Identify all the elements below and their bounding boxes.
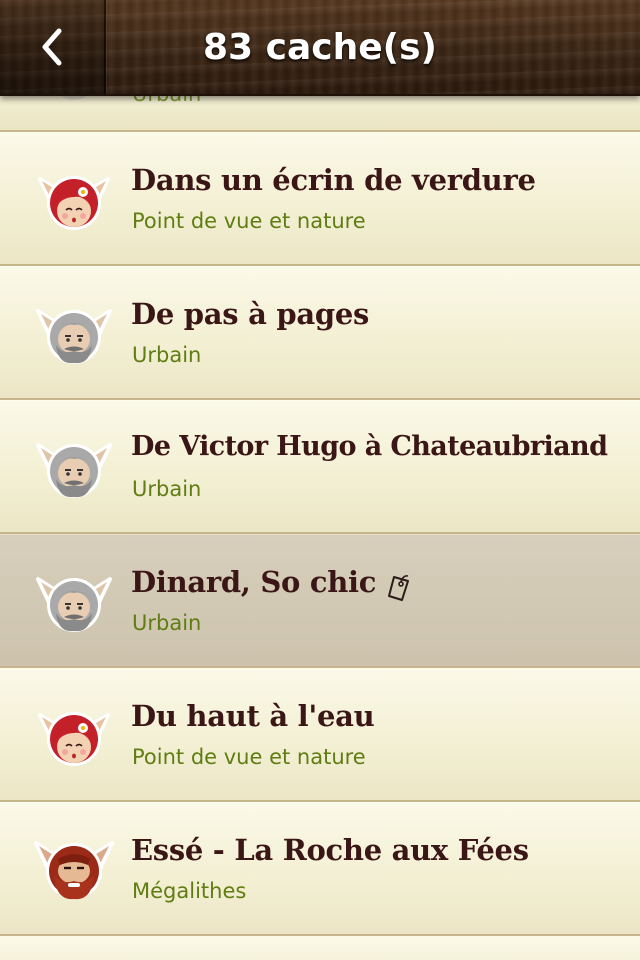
list-item-title: De pas à pages	[131, 297, 369, 331]
list-item-title: Essé - La Roche aux Fées	[131, 833, 529, 867]
list-item-subtitle: Point de vue et nature	[132, 745, 366, 769]
list-item[interactable]: De Victor Hugo à Chateaubriand Urbain	[0, 400, 640, 534]
list-item-title: Dans un écrin de verdure	[131, 163, 536, 197]
fairy-avatar-icon	[34, 165, 114, 235]
fairy-avatar-icon	[34, 701, 114, 771]
list-item-title: De Victor Hugo à Chateaubriand	[131, 431, 608, 462]
cache-list[interactable]: Urbain Dans un écrin de verdure Point de…	[0, 96, 640, 960]
list-item-subtitle: Urbain	[132, 96, 201, 106]
page-title: 83 cache(s)	[203, 26, 437, 68]
tag-icon	[388, 575, 409, 601]
list-item-subtitle: Urbain	[132, 611, 202, 635]
list-item[interactable]: Dans un écrin de verdure Point de vue et…	[0, 132, 640, 266]
list-item-selected[interactable]: Dinard, So chic Urbain	[0, 534, 640, 668]
navigation-bar: 83 cache(s)	[0, 0, 640, 96]
list-item-partial[interactable]: Urbain	[0, 96, 640, 132]
list-item-subtitle: Mégalithes	[132, 879, 247, 903]
list-item-title: Du haut à l'eau	[131, 699, 375, 733]
list-item[interactable]: De pas à pages Urbain	[0, 266, 640, 400]
list-item-subtitle: Urbain	[132, 477, 202, 501]
old-man-avatar-icon	[34, 299, 114, 369]
list-item-subtitle: Point de vue et nature	[132, 209, 366, 233]
list-item-partial[interactable]	[0, 936, 640, 960]
old-man-avatar-icon	[34, 433, 114, 503]
old-man-avatar-icon	[34, 567, 114, 637]
list-item[interactable]: Essé - La Roche aux Fées Mégalithes	[0, 802, 640, 936]
list-item-subtitle: Urbain	[132, 343, 202, 367]
list-item-title: Dinard, So chic	[131, 565, 377, 599]
back-button[interactable]	[0, 0, 106, 94]
avatar	[52, 96, 96, 100]
list-item[interactable]: Du haut à l'eau Point de vue et nature	[0, 668, 640, 802]
chevron-left-icon	[42, 28, 62, 66]
korrigan-avatar-icon	[34, 833, 114, 903]
